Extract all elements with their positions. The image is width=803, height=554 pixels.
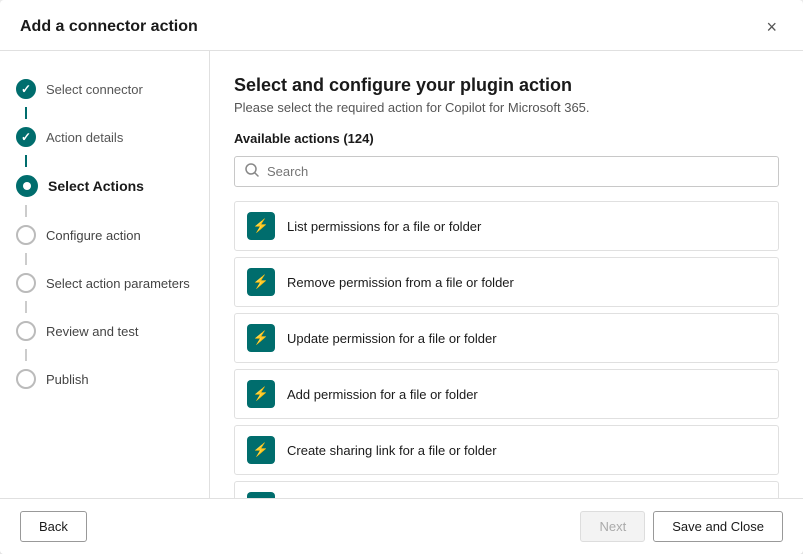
step-connector-1 [25, 107, 27, 119]
action-item-add-permission[interactable]: ⚡ Add permission for a file or folder [234, 369, 779, 419]
back-button[interactable]: Back [20, 511, 87, 542]
sidebar-item-action-details[interactable]: Action details [0, 119, 209, 155]
step-connector-5 [25, 301, 27, 313]
modal-container: Add a connector action × Select connecto… [0, 0, 803, 554]
action-item-update-permission[interactable]: ⚡ Update permission for a file or folder [234, 313, 779, 363]
step-circle-review-and-test [16, 321, 36, 341]
close-button[interactable]: × [760, 16, 783, 38]
sidebar-item-select-actions[interactable]: Select Actions [0, 167, 209, 205]
actions-list: ⚡ List permissions for a file or folder … [234, 201, 779, 498]
search-icon [245, 163, 259, 180]
action-icon-update-permission: ⚡ [247, 324, 275, 352]
action-text-update-permission: Update permission for a file or folder [287, 331, 497, 346]
action-icon-list-permissions: ⚡ [247, 212, 275, 240]
action-item-render-item-attachment[interactable]: ⚡ Render item attachment thumbnail, with… [234, 481, 779, 498]
sidebar-item-review-and-test[interactable]: Review and test [0, 313, 209, 349]
step-label-action-details: Action details [46, 130, 123, 145]
section-subtitle: Please select the required action for Co… [234, 100, 779, 115]
step-connector-3 [25, 205, 27, 217]
step-label-configure-action: Configure action [46, 228, 141, 243]
search-box [234, 156, 779, 187]
step-circle-configure-action [16, 225, 36, 245]
sidebar-item-configure-action[interactable]: Configure action [0, 217, 209, 253]
step-circle-publish [16, 369, 36, 389]
step-label-select-action-parameters: Select action parameters [46, 276, 190, 291]
save-close-button[interactable]: Save and Close [653, 511, 783, 542]
step-label-review-and-test: Review and test [46, 324, 139, 339]
action-item-remove-permission[interactable]: ⚡ Remove permission from a file or folde… [234, 257, 779, 307]
action-text-create-sharing-link: Create sharing link for a file or folder [287, 443, 497, 458]
step-label-select-actions: Select Actions [48, 178, 144, 194]
main-content: Select and configure your plugin action … [210, 51, 803, 498]
sidebar-item-select-action-parameters[interactable]: Select action parameters [0, 265, 209, 301]
action-icon-add-permission: ⚡ [247, 380, 275, 408]
action-item-list-permissions[interactable]: ⚡ List permissions for a file or folder [234, 201, 779, 251]
step-label-select-connector: Select connector [46, 82, 143, 97]
action-icon-remove-permission: ⚡ [247, 268, 275, 296]
footer-right: Next Save and Close [580, 511, 783, 542]
action-text-remove-permission: Remove permission from a file or folder [287, 275, 514, 290]
section-title: Select and configure your plugin action [234, 75, 779, 96]
step-connector-2 [25, 155, 27, 167]
step-circle-select-actions [16, 175, 38, 197]
sidebar-item-select-connector[interactable]: Select connector [0, 71, 209, 107]
modal-body: Select connector Action details Select A… [0, 51, 803, 498]
modal-header: Add a connector action × [0, 0, 803, 51]
modal-title: Add a connector action [20, 18, 198, 36]
step-connector-4 [25, 253, 27, 265]
sidebar-item-publish[interactable]: Publish [0, 361, 209, 397]
available-label: Available actions (124) [234, 131, 779, 146]
step-circle-action-details [16, 127, 36, 147]
step-connector-6 [25, 349, 27, 361]
step-label-publish: Publish [46, 372, 89, 387]
action-text-list-permissions: List permissions for a file or folder [287, 219, 481, 234]
step-circle-select-connector [16, 79, 36, 99]
modal-footer: Back Next Save and Close [0, 498, 803, 554]
search-input[interactable] [267, 164, 768, 179]
action-item-create-sharing-link[interactable]: ⚡ Create sharing link for a file or fold… [234, 425, 779, 475]
sidebar: Select connector Action details Select A… [0, 51, 210, 498]
step-circle-select-action-parameters [16, 273, 36, 293]
action-text-add-permission: Add permission for a file or folder [287, 387, 478, 402]
next-button[interactable]: Next [580, 511, 645, 542]
action-icon-create-sharing-link: ⚡ [247, 436, 275, 464]
